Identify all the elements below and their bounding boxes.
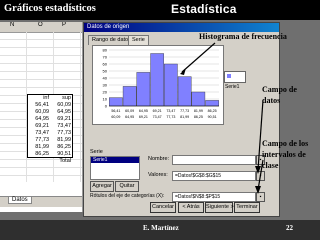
arrow-head: [255, 186, 261, 194]
arrow-head: [255, 166, 261, 174]
footer-page-number: 22: [286, 224, 293, 232]
footer-author: E. Martínez: [143, 224, 179, 232]
arrow-histogram: [181, 42, 216, 73]
arrow-head: [180, 68, 186, 75]
annotation-arrows: [180, 42, 264, 194]
arrow-data-field: [257, 99, 264, 171]
slide-footer: E. Martínez 22: [0, 220, 320, 240]
